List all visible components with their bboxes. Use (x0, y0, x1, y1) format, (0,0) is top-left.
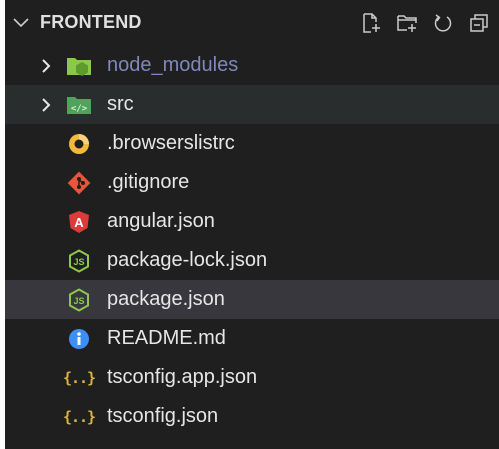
tree-file-tsconfig-app-json[interactable]: {..} tsconfig.app.json (5, 358, 499, 397)
new-folder-icon (397, 15, 417, 32)
svg-text:</>: </> (71, 104, 88, 114)
folder-node-icon (66, 54, 92, 78)
tree-item-label: angular.json (107, 210, 215, 232)
collapse-all-button[interactable] (465, 9, 493, 37)
tree-file-tsconfig-json[interactable]: {..} tsconfig.json (5, 397, 499, 436)
nodejs-icon: JS (66, 288, 92, 312)
new-folder-button[interactable] (393, 9, 421, 37)
tree-item-label: README.md (107, 327, 226, 349)
svg-text:JS: JS (73, 296, 84, 306)
svg-text:JS: JS (73, 257, 84, 267)
explorer-actions (357, 9, 493, 37)
tree-item-label: package-lock.json (107, 249, 268, 271)
tree-item-label: package.json (107, 288, 225, 310)
folder-src-icon: </> (66, 93, 92, 117)
new-file-icon (363, 13, 380, 33)
tree-folder-src[interactable]: </> src (5, 85, 499, 124)
json-braces-icon: {..} (62, 369, 96, 387)
tree-file-readme-md[interactable]: README.md (5, 319, 499, 358)
tree-file-package-lock-json[interactable]: JS package-lock.json (5, 241, 499, 280)
tree-item-label: node_modules (107, 54, 239, 76)
tree-file-package-json[interactable]: JS package.json (5, 280, 499, 319)
refresh-button[interactable] (429, 9, 457, 37)
explorer-panel: FRONTEND node_modules </> src .browsersl… (5, 0, 499, 449)
browserslist-icon (66, 132, 92, 156)
explorer-title: FRONTEND (40, 12, 142, 32)
chevron-down-icon[interactable] (11, 13, 31, 33)
json-braces-icon: {..} (62, 408, 96, 426)
tree-file-angular-json[interactable]: A angular.json (5, 202, 499, 241)
chevron-right-icon[interactable] (38, 57, 54, 75)
tree-folder-node-modules[interactable]: node_modules (5, 46, 499, 85)
tree-item-label: .gitignore (107, 171, 190, 193)
new-file-button[interactable] (357, 9, 385, 37)
angular-icon: A (66, 210, 92, 234)
tree-item-label: src (107, 93, 134, 115)
nodejs-icon: JS (66, 249, 92, 273)
refresh-icon (434, 14, 452, 32)
file-tree: node_modules </> src .browserslistrc .gi… (5, 46, 499, 436)
svg-text:A: A (74, 215, 84, 230)
explorer-header[interactable]: FRONTEND (5, 0, 499, 46)
collapse-all-icon (470, 14, 488, 32)
tree-item-label: .browserslistrc (107, 132, 235, 154)
tree-item-label: tsconfig.app.json (107, 366, 258, 388)
info-icon (66, 327, 92, 351)
chevron-right-icon[interactable] (38, 96, 54, 114)
tree-file-browserslistrc[interactable]: .browserslistrc (5, 124, 499, 163)
git-icon (66, 171, 92, 195)
tree-file-gitignore[interactable]: .gitignore (5, 163, 499, 202)
tree-item-label: tsconfig.json (107, 405, 219, 427)
